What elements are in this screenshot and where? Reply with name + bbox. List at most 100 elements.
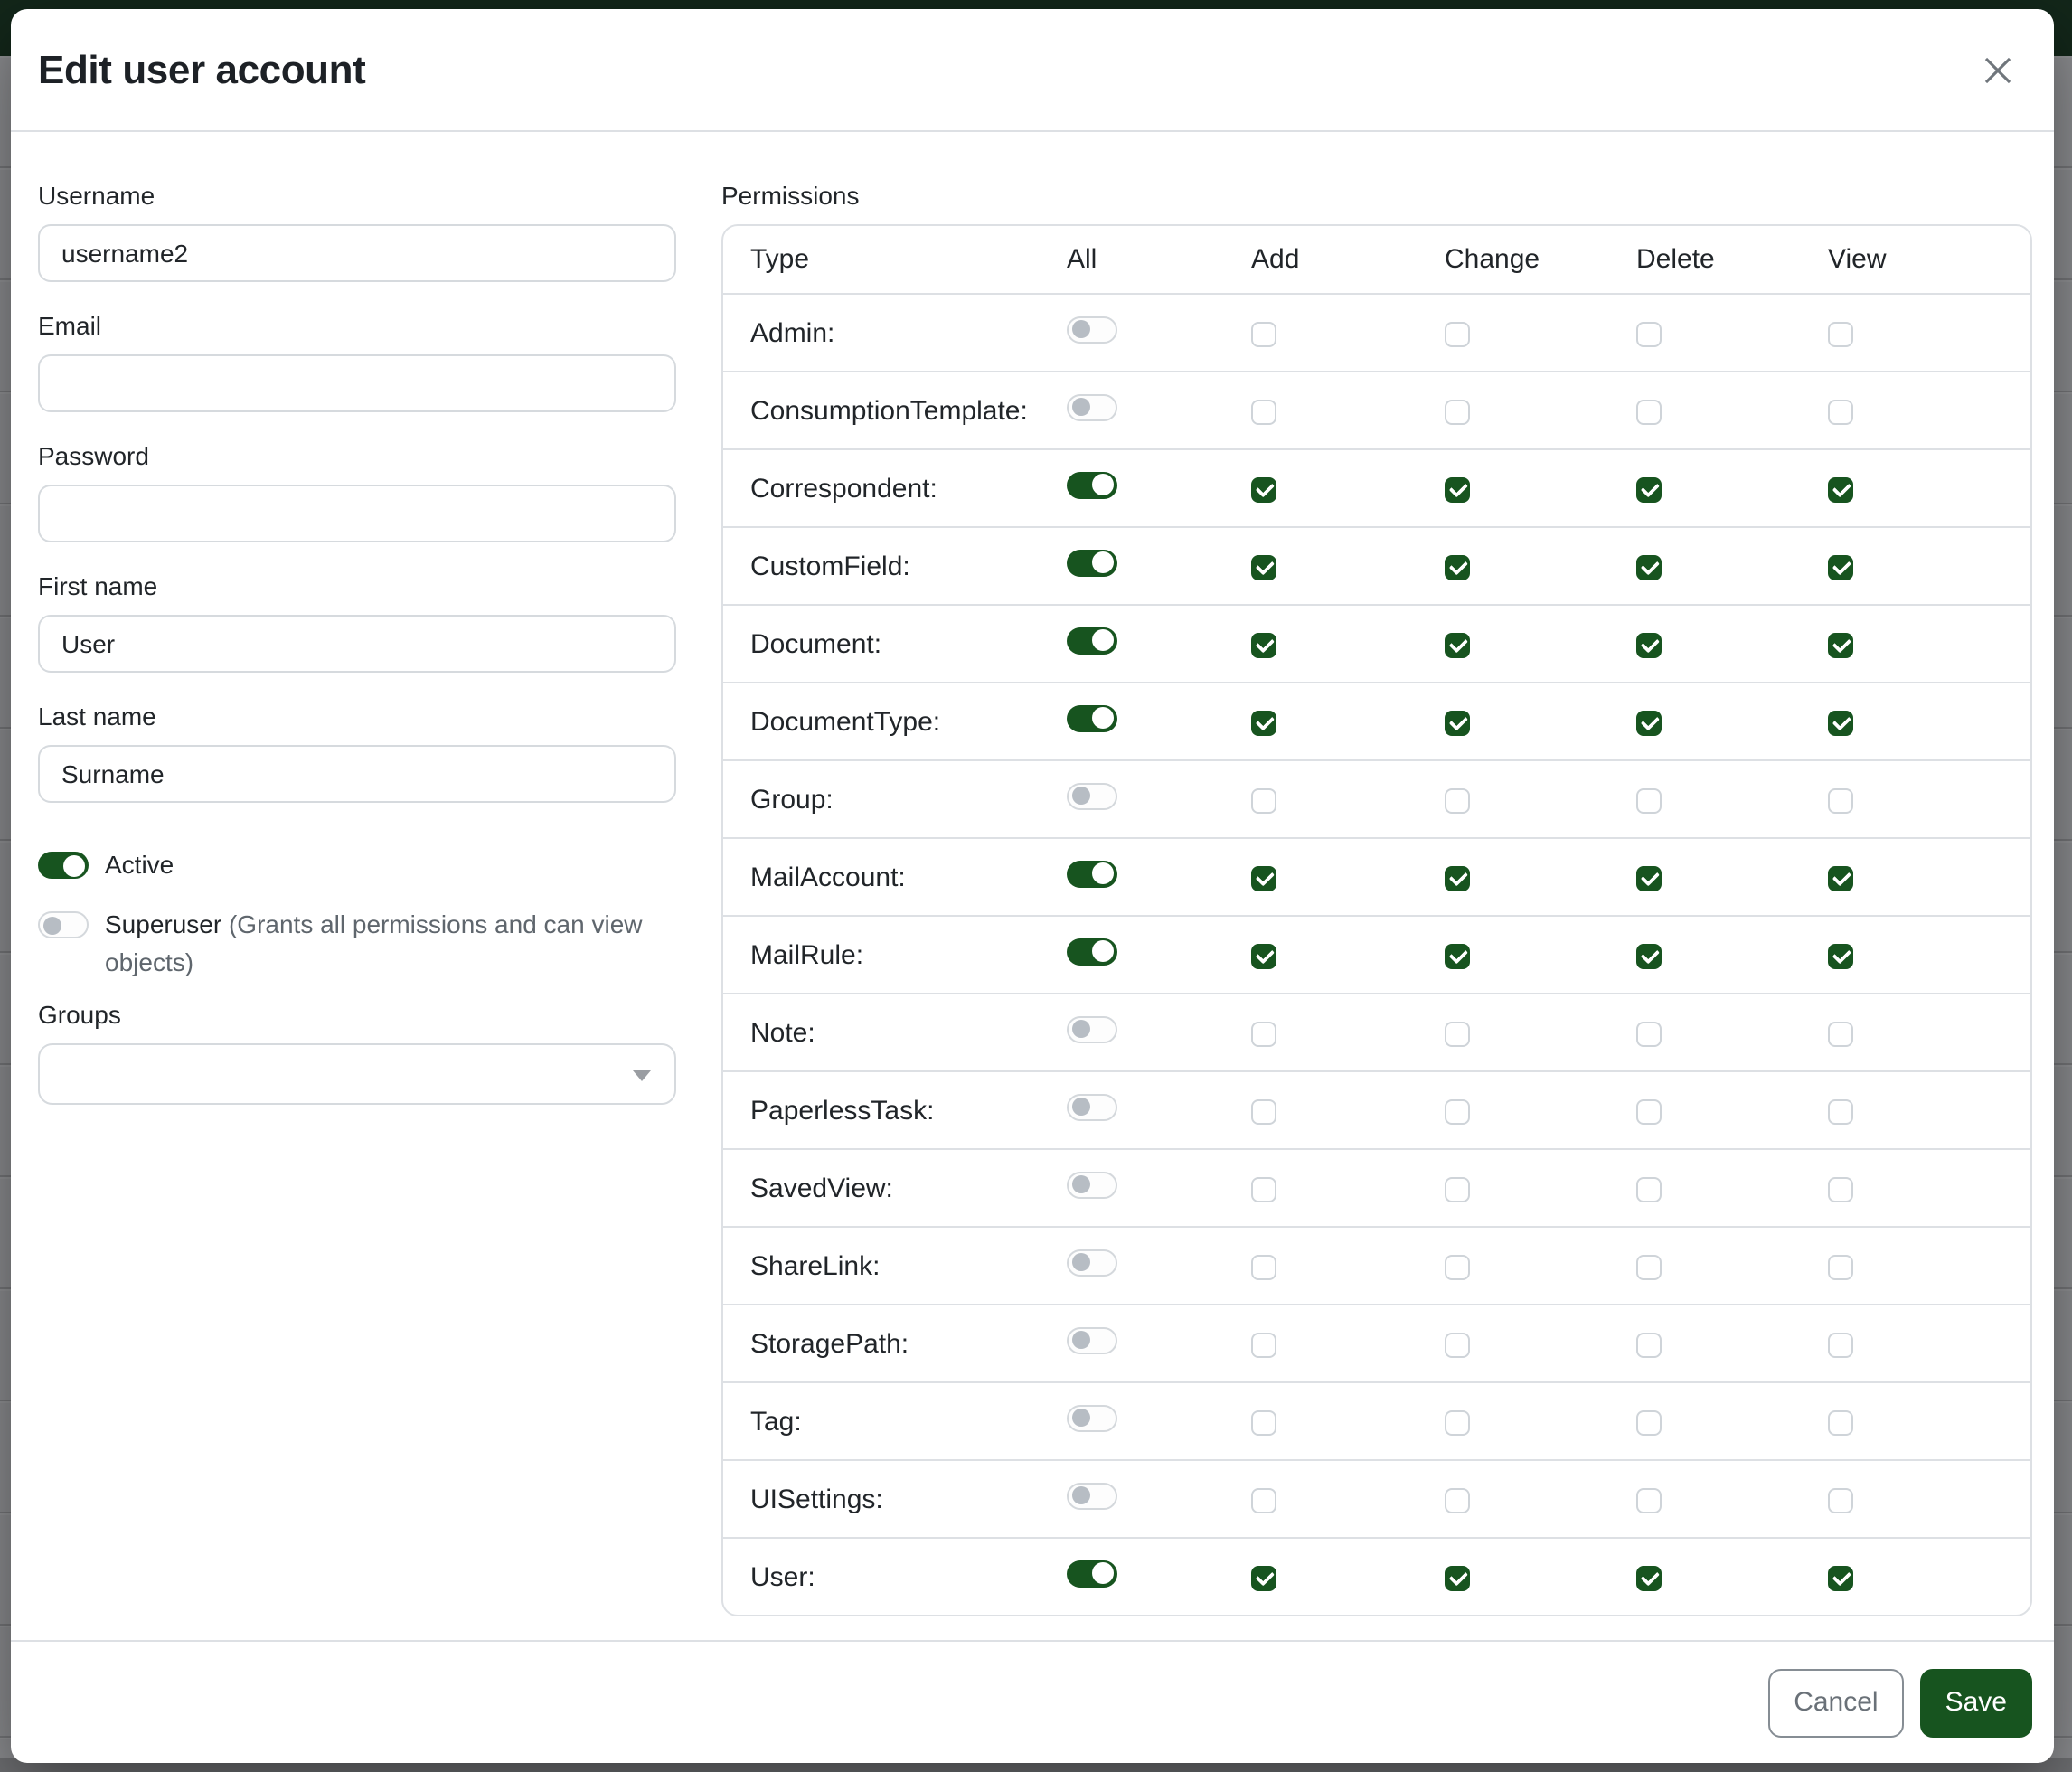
permission-delete-checkbox[interactable] [1636,476,1662,502]
permission-change-checkbox[interactable] [1445,1098,1470,1124]
permission-all-toggle[interactable] [1067,316,1117,343]
permission-view-checkbox[interactable] [1828,399,1853,424]
permission-row: UISettings: [723,1459,2030,1537]
permission-add-checkbox[interactable] [1251,632,1276,657]
permission-view-checkbox[interactable] [1828,787,1853,813]
permission-change-checkbox[interactable] [1445,632,1470,657]
permission-change-checkbox[interactable] [1445,1254,1470,1279]
permission-all-toggle[interactable] [1067,549,1117,576]
permission-all-toggle[interactable] [1067,1560,1117,1587]
permission-view-cell [1806,759,2030,837]
permission-add-checkbox[interactable] [1251,1254,1276,1279]
permission-view-checkbox[interactable] [1828,1254,1853,1279]
permission-view-checkbox[interactable] [1828,476,1853,502]
permission-change-checkbox[interactable] [1445,865,1470,891]
permission-view-checkbox[interactable] [1828,943,1853,968]
password-field[interactable] [38,485,676,542]
permission-all-toggle[interactable] [1067,938,1117,965]
permission-view-checkbox[interactable] [1828,865,1853,891]
permission-change-checkbox[interactable] [1445,554,1470,580]
permission-view-checkbox[interactable] [1828,1332,1853,1357]
permission-view-checkbox[interactable] [1828,1176,1853,1202]
permission-delete-checkbox[interactable] [1636,1176,1662,1202]
permission-delete-checkbox[interactable] [1636,943,1662,968]
permission-delete-checkbox[interactable] [1636,1487,1662,1513]
permission-delete-cell [1615,993,1806,1070]
superuser-label: Superuser [105,910,221,938]
permission-change-checkbox[interactable] [1445,710,1470,735]
permission-view-checkbox[interactable] [1828,632,1853,657]
permission-add-checkbox[interactable] [1251,1021,1276,1046]
permission-add-checkbox[interactable] [1251,399,1276,424]
cancel-button[interactable]: Cancel [1768,1668,1903,1737]
permission-change-checkbox[interactable] [1445,1487,1470,1513]
username-input[interactable] [38,224,676,282]
permission-all-toggle[interactable] [1067,860,1117,887]
permission-change-checkbox[interactable] [1445,1021,1470,1046]
permission-all-toggle[interactable] [1067,393,1117,420]
permission-all-toggle[interactable] [1067,1326,1117,1353]
permission-add-checkbox[interactable] [1251,787,1276,813]
permission-delete-checkbox[interactable] [1636,554,1662,580]
permission-all-toggle[interactable] [1067,1482,1117,1509]
permission-delete-checkbox[interactable] [1636,1021,1662,1046]
active-toggle[interactable] [38,852,89,879]
permission-add-checkbox[interactable] [1251,1565,1276,1590]
permission-all-toggle[interactable] [1067,1404,1117,1431]
groups-select[interactable] [38,1043,676,1105]
permission-view-checkbox[interactable] [1828,321,1853,346]
permission-add-checkbox[interactable] [1251,554,1276,580]
permission-change-checkbox[interactable] [1445,476,1470,502]
permission-all-toggle[interactable] [1067,704,1117,731]
last-name-input[interactable] [38,745,676,803]
permission-delete-checkbox[interactable] [1636,865,1662,891]
permission-all-toggle[interactable] [1067,1015,1117,1042]
permission-add-checkbox[interactable] [1251,321,1276,346]
permission-add-checkbox[interactable] [1251,1176,1276,1202]
permission-add-checkbox[interactable] [1251,1098,1276,1124]
email-field[interactable] [38,354,676,412]
permission-add-checkbox[interactable] [1251,943,1276,968]
permission-view-checkbox[interactable] [1828,1409,1853,1435]
permission-view-checkbox[interactable] [1828,710,1853,735]
permission-view-checkbox[interactable] [1828,1487,1853,1513]
permission-delete-checkbox[interactable] [1636,710,1662,735]
permission-add-checkbox[interactable] [1251,476,1276,502]
permission-delete-checkbox[interactable] [1636,1254,1662,1279]
permission-change-checkbox[interactable] [1445,1176,1470,1202]
permission-delete-checkbox[interactable] [1636,632,1662,657]
permission-view-checkbox[interactable] [1828,1565,1853,1590]
permission-delete-checkbox[interactable] [1636,1565,1662,1590]
permission-change-checkbox[interactable] [1445,943,1470,968]
permission-view-checkbox[interactable] [1828,554,1853,580]
first-name-input[interactable] [38,615,676,673]
permission-all-toggle[interactable] [1067,782,1117,809]
permission-delete-checkbox[interactable] [1636,1409,1662,1435]
permission-view-checkbox[interactable] [1828,1098,1853,1124]
permission-change-checkbox[interactable] [1445,1565,1470,1590]
superuser-toggle[interactable] [38,911,89,938]
permission-all-toggle[interactable] [1067,471,1117,498]
permission-change-checkbox[interactable] [1445,399,1470,424]
permission-delete-checkbox[interactable] [1636,1098,1662,1124]
permission-view-checkbox[interactable] [1828,1021,1853,1046]
permission-change-checkbox[interactable] [1445,1332,1470,1357]
permission-add-checkbox[interactable] [1251,1487,1276,1513]
permission-change-checkbox[interactable] [1445,321,1470,346]
permission-add-checkbox[interactable] [1251,1409,1276,1435]
permission-add-checkbox[interactable] [1251,865,1276,891]
permission-delete-checkbox[interactable] [1636,1332,1662,1357]
permission-delete-checkbox[interactable] [1636,321,1662,346]
permission-add-checkbox[interactable] [1251,1332,1276,1357]
permission-delete-checkbox[interactable] [1636,787,1662,813]
permission-delete-checkbox[interactable] [1636,399,1662,424]
save-button[interactable]: Save [1920,1668,2032,1737]
permission-change-checkbox[interactable] [1445,787,1470,813]
permission-add-checkbox[interactable] [1251,710,1276,735]
close-button[interactable] [1974,46,2021,93]
permission-change-checkbox[interactable] [1445,1409,1470,1435]
permission-all-toggle[interactable] [1067,1249,1117,1276]
permission-all-toggle[interactable] [1067,627,1117,654]
permission-all-toggle[interactable] [1067,1093,1117,1120]
permission-all-toggle[interactable] [1067,1171,1117,1198]
